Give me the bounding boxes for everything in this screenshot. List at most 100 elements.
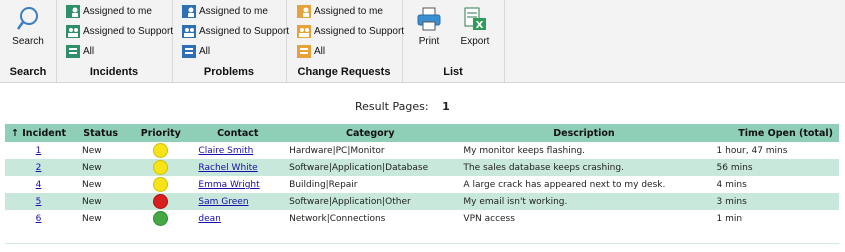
incidents-assigned-to-me-label: Assigned to me	[83, 5, 152, 17]
table-bottom-border	[5, 243, 839, 244]
table-row: 2 New Rachel White Software|Application|…	[5, 159, 839, 176]
contact-link[interactable]: Rachel White	[198, 163, 257, 173]
contact-link[interactable]: Emma Wright	[198, 180, 259, 190]
column-header-priority[interactable]: Priority	[129, 124, 193, 142]
column-header-incident[interactable]: ↑ Incident	[5, 124, 73, 142]
ribbon-group-problems: Assigned to me Assigned to Support All P…	[172, 0, 289, 82]
ribbon-group-label-list: List	[443, 66, 463, 78]
table-row: 1 New Claire Smith Hardware|PC|Monitor M…	[5, 142, 839, 159]
problems-assigned-to-me-label: Assigned to me	[199, 5, 268, 17]
print-button[interactable]: Print	[406, 4, 452, 56]
description-cell: VPN access	[463, 213, 515, 224]
incident-all-icon	[66, 44, 80, 58]
svg-text:X: X	[476, 20, 484, 31]
column-header-category[interactable]: Category	[283, 124, 458, 142]
table-row: 4 New Emma Wright Building|Repair A larg…	[5, 176, 839, 193]
table-header-row: ↑ Incident Status Priority Contact Categ…	[5, 124, 839, 142]
priority-indicator	[153, 194, 169, 209]
ribbon-toolbar: Search Search Assigned to me Assigned to…	[0, 0, 845, 83]
time-open-cell: 3 mins	[710, 193, 839, 210]
incident-id-link[interactable]: 4	[36, 180, 42, 190]
contact-link[interactable]: Sam Green	[198, 197, 248, 207]
incident-id-link[interactable]: 6	[36, 214, 42, 224]
table-row: 6 New dean Network|Connections VPN acces…	[5, 210, 839, 227]
status-cell: New	[82, 179, 102, 190]
incidents-assigned-to-me[interactable]: Assigned to me	[66, 2, 152, 20]
ribbon-group-label-change-requests: Change Requests	[297, 66, 391, 78]
ribbon-group-search: Search Search	[0, 0, 57, 82]
incidents-assigned-to-support-label: Assigned to Support	[83, 25, 174, 37]
column-header-status[interactable]: Status	[72, 124, 130, 142]
problem-all-icon	[182, 44, 196, 58]
priority-indicator	[153, 211, 169, 226]
incident-id-link[interactable]: 2	[36, 163, 42, 173]
incident-id-link[interactable]: 5	[36, 197, 42, 207]
problem-group-icon	[182, 24, 196, 38]
search-button[interactable]: Search	[5, 4, 51, 56]
description-cell: My monitor keeps flashing.	[463, 145, 586, 156]
description-cell: A large crack has appeared next to my de…	[463, 179, 666, 190]
priority-indicator	[153, 160, 169, 175]
incident-id-link[interactable]: 1	[36, 146, 42, 156]
result-pages: Result Pages: 1	[355, 100, 450, 113]
table-body: 1 New Claire Smith Hardware|PC|Monitor M…	[5, 142, 839, 227]
column-header-description[interactable]: Description	[457, 124, 711, 142]
result-page-current[interactable]: 1	[442, 100, 450, 113]
export-button-label: Export	[460, 36, 490, 47]
time-open-cell: 1 min	[716, 213, 743, 224]
ribbon-group-change-requests: Assigned to me Assigned to Support All C…	[286, 0, 404, 82]
status-cell: New	[72, 193, 130, 210]
ribbon-group-list: Print X Export List	[402, 0, 505, 82]
change-requests-assigned-to-me-label: Assigned to me	[314, 5, 383, 17]
incidents-all-label: All	[83, 45, 95, 57]
column-header-contact[interactable]: Contact	[192, 124, 284, 142]
category-cell: Building|Repair	[289, 179, 358, 190]
incident-group-icon	[66, 24, 80, 38]
change-group-icon	[297, 24, 311, 38]
category-cell: Software|Application|Other	[283, 193, 458, 210]
ribbon-group-label-search: Search	[9, 66, 47, 78]
priority-indicator	[153, 143, 169, 158]
problems-assigned-to-support-label: Assigned to Support	[199, 25, 290, 37]
status-cell: New	[72, 159, 130, 176]
category-cell: Software|Application|Database	[283, 159, 458, 176]
change-all-icon	[297, 44, 311, 58]
magnifier-icon	[16, 7, 38, 30]
ribbon-group-label-incidents: Incidents	[89, 66, 139, 78]
category-cell: Network|Connections	[289, 213, 386, 224]
problems-assigned-to-me[interactable]: Assigned to me	[182, 2, 268, 20]
incidents-all[interactable]: All	[66, 42, 94, 60]
table-row: 5 New Sam Green Software|Application|Oth…	[5, 193, 839, 210]
change-requests-assigned-to-support[interactable]: Assigned to Support	[297, 22, 404, 40]
change-user-icon	[297, 4, 311, 18]
problems-all[interactable]: All	[182, 42, 210, 60]
ribbon-group-label-problems: Problems	[203, 66, 255, 78]
status-cell: New	[82, 213, 102, 224]
incidents-assigned-to-support[interactable]: Assigned to Support	[66, 22, 173, 40]
change-requests-assigned-to-me[interactable]: Assigned to me	[297, 2, 383, 20]
contact-link[interactable]: dean	[198, 214, 220, 224]
status-cell: New	[82, 145, 102, 156]
problem-user-icon	[182, 4, 196, 18]
time-open-cell: 1 hour, 47 mins	[716, 145, 788, 156]
result-pages-label: Result Pages:	[355, 100, 429, 113]
problems-all-label: All	[199, 45, 211, 57]
column-header-time-open[interactable]: Time Open (total)	[710, 124, 839, 142]
time-open-cell: 56 mins	[710, 159, 839, 176]
ribbon-group-incidents: Assigned to me Assigned to Support All I…	[56, 0, 173, 82]
change-requests-assigned-to-support-label: Assigned to Support	[314, 25, 405, 37]
description-cell: The sales database keeps crashing.	[457, 159, 711, 176]
export-button[interactable]: X Export	[452, 4, 498, 56]
incident-table: ↑ Incident Status Priority Contact Categ…	[5, 124, 839, 227]
search-button-label: Search	[12, 36, 44, 47]
excel-export-icon: X	[464, 7, 486, 31]
printer-icon	[417, 7, 441, 31]
description-cell: My email isn't working.	[457, 193, 711, 210]
category-cell: Hardware|PC|Monitor	[289, 145, 385, 156]
change-requests-all[interactable]: All	[297, 42, 325, 60]
problems-assigned-to-support[interactable]: Assigned to Support	[182, 22, 289, 40]
contact-link[interactable]: Claire Smith	[198, 146, 253, 156]
time-open-cell: 4 mins	[716, 179, 747, 190]
print-button-label: Print	[418, 36, 440, 47]
change-requests-all-label: All	[314, 45, 326, 57]
